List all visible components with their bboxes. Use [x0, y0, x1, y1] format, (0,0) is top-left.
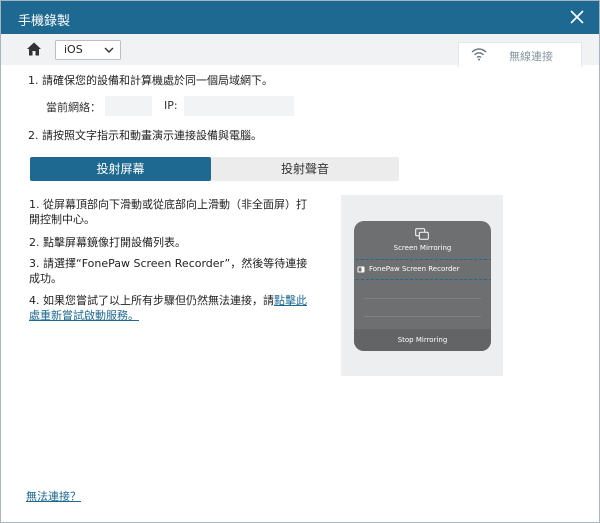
- tab-wireless-connection-label: 無線連接: [509, 50, 553, 63]
- app-window: 手機錄製 iOS 無線連接 1. 請確保您的設備和計算機處於同一個局域網下。 當…: [0, 0, 600, 523]
- stop-mirroring-bar: Stop Mirroring: [354, 329, 491, 351]
- wifi-icon: [471, 48, 487, 61]
- cast-tabs: 投射屏幕 投射聲音: [30, 157, 399, 181]
- os-dropdown[interactable]: iOS: [55, 40, 121, 60]
- tab-cast-screen[interactable]: 投射屏幕: [30, 157, 211, 181]
- phone-illustration: Screen Mirroring FonePaw Screen Recorder…: [341, 195, 503, 376]
- instruction-4: 4. 如果您嘗試了以上所有步驟但仍然無法連接，請點擊此處重新嘗試啟動服務。: [29, 293, 311, 323]
- device-icon: [357, 266, 365, 273]
- network-label: 當前網絡：: [46, 101, 101, 114]
- device-row: FonePaw Screen Recorder: [354, 259, 491, 280]
- toolbar: iOS 無線連接: [1, 34, 599, 67]
- screen-mirroring-title: Screen Mirroring: [393, 244, 452, 252]
- screen-mirroring-panel: Screen Mirroring FonePaw Screen Recorder…: [354, 221, 491, 351]
- ip-value: [184, 96, 294, 116]
- instruction-3: 3. 請選擇“FonePaw Screen Recorder”，然後等待連接成功…: [29, 257, 308, 285]
- divider: [364, 316, 481, 317]
- instruction-4-text: 4. 如果您嘗試了以上所有步驟但仍然無法連接，請: [29, 294, 274, 307]
- step-1-text: 1. 請確保您的設備和計算機處於同一個局域網下。: [28, 74, 273, 87]
- title-bar: 手機錄製: [1, 1, 599, 34]
- instruction-1: 1. 從屏幕頂部向下滑動或從底部向上滑動（非全面屏）打開控制中心。: [29, 198, 307, 226]
- screen-mirroring-icon: [415, 228, 429, 240]
- divider: [364, 298, 481, 299]
- step-2-text: 2. 請按照文字指示和動畫演示連接設備與電腦。: [28, 129, 262, 142]
- network-value: [105, 96, 152, 116]
- chevron-down-icon: [104, 47, 114, 53]
- home-icon[interactable]: [26, 41, 42, 57]
- device-name: FonePaw Screen Recorder: [369, 265, 460, 273]
- cannot-connect-link[interactable]: 無法連接？: [26, 488, 81, 504]
- ip-label: IP:: [164, 99, 178, 112]
- close-icon[interactable]: [567, 7, 587, 27]
- tab-wireless-connection[interactable]: 無線連接: [458, 42, 582, 67]
- window-title: 手機錄製: [18, 14, 71, 29]
- tab-cast-audio[interactable]: 投射聲音: [211, 157, 399, 181]
- instruction-2: 2. 點擊屏幕鏡像打開設備列表。: [29, 236, 186, 249]
- os-dropdown-value: iOS: [64, 43, 83, 56]
